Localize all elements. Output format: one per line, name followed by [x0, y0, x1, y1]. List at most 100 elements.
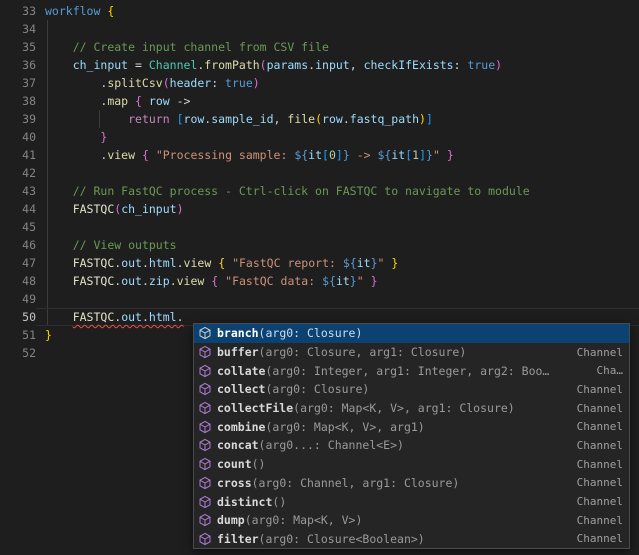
code-token: // Create input channel from CSV file	[73, 40, 329, 54]
code-token	[45, 112, 128, 126]
code-token	[149, 148, 156, 162]
suggestion-signature: ()	[272, 495, 286, 509]
code-line-49[interactable]: 49	[0, 290, 639, 308]
code-token: params	[267, 58, 309, 72]
code-token: }	[447, 148, 454, 162]
code-token: FASTQC	[73, 310, 115, 324]
code-line-33[interactable]: 33workflow {	[0, 2, 639, 20]
suggestion-signature: (arg0: Closure<Boolean>)	[259, 532, 425, 546]
code-editor[interactable]: 33workflow {3435 // Create input channel…	[0, 0, 639, 555]
code-token: fastq_path	[350, 112, 419, 126]
line-number: 52	[0, 344, 36, 362]
suggestion-label: collate	[217, 364, 265, 378]
line-number: 44	[0, 200, 36, 218]
suggestion-collate[interactable]: collate(arg0: Integer, arg1: Integer, ar…	[194, 361, 629, 380]
code-token: }	[371, 274, 378, 288]
suggestion-return-type: Cha…	[597, 364, 624, 377]
code-token: fromPath	[204, 58, 259, 72]
suggestion-collectFile[interactable]: collectFile(arg0: Map<K, V>, arg1: Closu…	[194, 399, 629, 418]
code-token: .	[177, 256, 184, 270]
method-cube-icon	[198, 401, 212, 415]
code-token: ${	[377, 148, 391, 162]
suggestion-concat[interactable]: concat(arg0...: Channel<E>)Channel	[194, 436, 629, 455]
line-content	[36, 290, 639, 308]
line-number: 40	[0, 128, 36, 146]
code-token: view	[184, 256, 212, 270]
code-line-43[interactable]: 43 // Run FastQC process - Ctrl-click on…	[0, 182, 639, 200]
code-line-36[interactable]: 36 ch_input = Channel.fromPath(params.in…	[0, 56, 639, 74]
code-token: [	[322, 148, 329, 162]
line-number: 35	[0, 38, 36, 56]
suggestion-return-type: Channel	[577, 383, 623, 396]
code-line-46[interactable]: 46 // View outputs	[0, 236, 639, 254]
suggestion-signature: (arg0: Closure)	[259, 326, 363, 340]
code-line-48[interactable]: 48 FASTQC.out.zip.view { "FastQC data: $…	[0, 272, 639, 290]
code-token: "FastQC data:	[225, 274, 322, 288]
code-token: true	[467, 58, 495, 72]
suggestion-dump[interactable]: dump(arg0: Map<K, V>)Channel	[194, 511, 629, 530]
code-line-41[interactable]: 41 .view { "Processing sample: ${it[0]} …	[0, 146, 639, 164]
code-line-39[interactable]: 39 return [row.sample_id, file(row.fastq…	[0, 110, 639, 128]
code-line-34[interactable]: 34	[0, 20, 639, 38]
code-token: ${	[294, 148, 308, 162]
code-token: "	[433, 148, 440, 162]
line-content: // Create input channel from CSV file	[36, 38, 639, 56]
suggestion-filter[interactable]: filter(arg0: Closure<Boolean>)Channel	[194, 530, 629, 549]
code-token: {	[142, 148, 149, 162]
code-token	[142, 94, 149, 108]
code-token	[440, 148, 447, 162]
code-token	[45, 256, 73, 270]
code-line-35[interactable]: 35 // Create input channel from CSV file	[0, 38, 639, 56]
code-token: view	[107, 148, 135, 162]
code-token: // View outputs	[73, 238, 177, 252]
suggestion-combine[interactable]: combine(arg0: Map<K, V>, arg1)Channel	[194, 417, 629, 436]
line-content: ch_input = Channel.fromPath(params.input…	[36, 56, 639, 74]
code-token: header	[170, 76, 212, 90]
suggestion-buffer[interactable]: buffer(arg0: Closure, arg1: Closure)Chan…	[194, 343, 629, 362]
code-token: FASTQC	[73, 202, 115, 216]
suggestion-signature: ()	[252, 457, 266, 471]
suggestion-signature: (arg0: Map<K, V>, arg1)	[265, 420, 424, 434]
code-token: (	[163, 76, 170, 90]
code-line-47[interactable]: 47 FASTQC.out.html.view { "FastQC report…	[0, 254, 639, 272]
code-token: .	[142, 256, 149, 270]
autocomplete-widget[interactable]: branch(arg0: Closure) buffer(arg0: Closu…	[193, 323, 630, 549]
suggestion-return-type: Channel	[577, 495, 623, 508]
code-token: }	[350, 274, 357, 288]
code-token: (	[260, 58, 267, 72]
code-token: out	[121, 310, 142, 324]
code-token: row	[184, 112, 205, 126]
suggestion-cross[interactable]: cross(arg0: Channel, arg1: Closure)Chann…	[194, 474, 629, 493]
code-token	[135, 148, 142, 162]
code-token: FASTQC	[73, 256, 115, 270]
code-token	[170, 112, 177, 126]
code-token: .	[45, 76, 107, 90]
suggestion-label: combine	[217, 420, 265, 434]
code-token: ]	[419, 148, 426, 162]
method-cube-icon	[198, 438, 212, 452]
code-line-37[interactable]: 37 .splitCsv(header: true)	[0, 74, 639, 92]
line-content	[36, 20, 639, 38]
suggestion-return-type: Channel	[577, 346, 623, 359]
suggestion-return-type: Channel	[577, 402, 623, 415]
code-token: map	[107, 94, 128, 108]
code-line-40[interactable]: 40 }	[0, 128, 639, 146]
code-token	[45, 238, 73, 252]
suggestion-signature: (arg0: Closure)	[265, 382, 369, 396]
suggestion-branch[interactable]: branch(arg0: Closure)	[194, 324, 629, 343]
code-line-38[interactable]: 38 .map { row ->	[0, 92, 639, 110]
suggestion-collect[interactable]: collect(arg0: Closure) Channel	[194, 380, 629, 399]
code-line-42[interactable]: 42	[0, 164, 639, 182]
code-line-44[interactable]: 44 FASTQC(ch_input)	[0, 200, 639, 218]
code-token: row	[149, 94, 170, 108]
suggestion-label: filter	[217, 532, 259, 546]
code-token: ]	[426, 112, 433, 126]
code-line-45[interactable]: 45	[0, 218, 639, 236]
line-content: }	[36, 128, 639, 146]
suggestion-distinct[interactable]: distinct()Channel	[194, 492, 629, 511]
suggestion-count[interactable]: count()Channel	[194, 455, 629, 474]
suggestion-label: collect	[217, 382, 265, 396]
line-content: FASTQC(ch_input)	[36, 200, 639, 218]
code-token: .	[170, 274, 177, 288]
code-token: out	[121, 274, 142, 288]
